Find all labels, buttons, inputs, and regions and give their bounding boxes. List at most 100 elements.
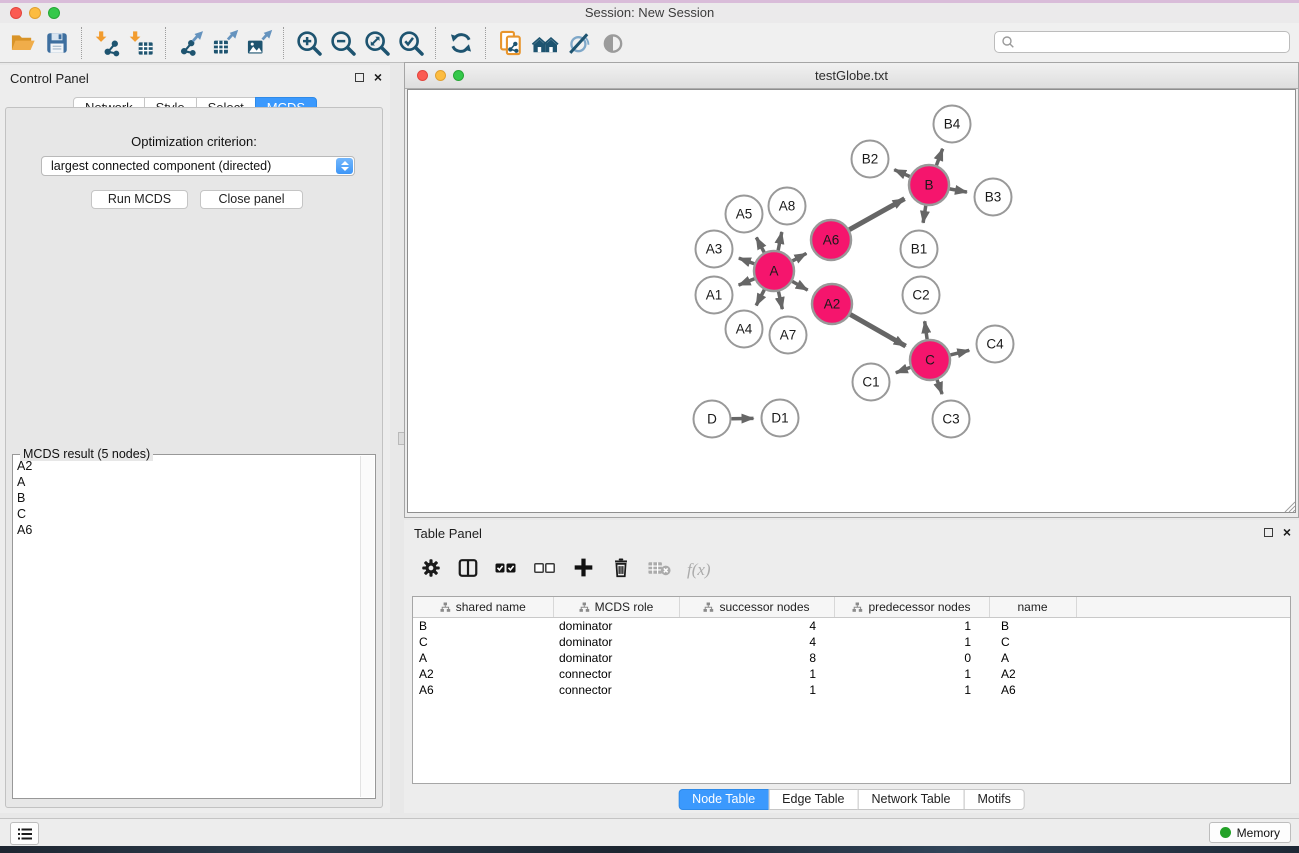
graph-edge-A-A4[interactable] [756,290,764,306]
search-field[interactable] [994,31,1290,53]
task-history-button[interactable] [10,822,39,845]
result-scrollbar[interactable] [360,456,374,797]
zoom-out-icon[interactable] [326,25,360,61]
graph-node-A7[interactable]: A7 [770,317,807,354]
graph-node-B4[interactable]: B4 [934,106,971,143]
export-image-icon[interactable] [242,25,276,61]
table-cell[interactable]: 1 [834,666,989,682]
delete-rows-icon[interactable] [610,556,632,584]
table-cell[interactable]: C [413,634,553,650]
graph-node-D1[interactable]: D1 [762,400,799,437]
add-row-icon[interactable] [572,556,595,584]
import-table-icon[interactable] [124,25,158,61]
graph-node-C[interactable]: C [910,340,950,380]
column-header-mcds-role[interactable]: MCDS role [553,597,679,618]
column-header-shared-name[interactable]: shared name [413,597,553,618]
table-cell[interactable]: 4 [679,634,834,650]
table-cell[interactable]: 1 [834,682,989,698]
table-cell[interactable]: 1 [679,666,834,682]
toggle-columns-icon[interactable] [457,557,479,584]
table-cell[interactable]: B [413,618,553,635]
hide-graphics-details-icon[interactable] [562,25,596,61]
graph-node-B[interactable]: B [909,165,949,205]
graph-node-A5[interactable]: A5 [726,196,763,233]
mcds-result-item[interactable]: C [17,506,360,522]
graph-edge-A-A5[interactable] [756,237,764,252]
table-cell[interactable]: A6 [989,682,1076,698]
graph-node-C1[interactable]: C1 [853,364,890,401]
home-icon[interactable] [528,25,562,61]
graph-node-A4[interactable]: A4 [726,311,763,348]
table-cell[interactable]: connector [553,666,679,682]
table-cell[interactable]: dominator [553,650,679,666]
table-cell[interactable]: 4 [679,618,834,635]
mcds-result-item[interactable]: A [17,474,360,490]
zoom-fit-icon[interactable] [360,25,394,61]
open-file-icon[interactable] [6,25,40,61]
graph-node-A6[interactable]: A6 [811,220,851,260]
graph-node-C4[interactable]: C4 [977,326,1014,363]
graph-edge-A2-C[interactable] [850,314,905,346]
graph-edge-C-C4[interactable] [950,350,969,355]
table-row[interactable]: Bdominator41B [413,618,1290,635]
export-table-icon[interactable] [208,25,242,61]
graph-edge-B-B1[interactable] [923,206,926,223]
table-cell[interactable]: A6 [413,682,553,698]
table-tab-edge-table[interactable]: Edge Table [768,789,858,810]
graph-edge-A-A1[interactable] [739,279,755,285]
apply-function-icon[interactable]: f(x) [687,560,711,580]
graph-edge-C-C2[interactable] [925,321,927,339]
graph-node-B1[interactable]: B1 [901,231,938,268]
zoom-selected-icon[interactable] [394,25,428,61]
delete-table-icon[interactable] [647,558,672,583]
refresh-icon[interactable] [444,25,478,61]
graph-node-A1[interactable]: A1 [696,277,733,314]
table-row[interactable]: Adominator80A [413,650,1290,666]
table-settings-icon[interactable] [420,557,442,584]
table-cell[interactable]: A2 [989,666,1076,682]
table-cell[interactable]: 8 [679,650,834,666]
graph-node-A2[interactable]: A2 [812,284,852,324]
column-header-name[interactable]: name [989,597,1076,618]
graph-node-A3[interactable]: A3 [696,231,733,268]
graph-edge-A-A8[interactable] [778,232,782,250]
mcds-result-item[interactable]: A2 [17,458,360,474]
graph-edge-B-B2[interactable] [894,170,910,177]
float-panel-icon[interactable] [355,73,364,82]
column-header-successor-nodes[interactable]: successor nodes [679,597,834,618]
table-cell[interactable]: C [989,634,1076,650]
graph-edge-C-C3[interactable] [937,380,942,394]
table-row[interactable]: Cdominator41C [413,634,1290,650]
show-graphics-details-icon[interactable] [596,25,630,61]
graph-edge-A-A7[interactable] [778,292,782,310]
memory-button[interactable]: Memory [1209,822,1291,843]
run-mcds-button[interactable]: Run MCDS [91,190,188,209]
table-tab-node-table[interactable]: Node Table [678,789,769,810]
select-all-rows-icon[interactable] [494,557,518,584]
graph-node-A[interactable]: A [754,251,794,291]
graph-node-B2[interactable]: B2 [852,141,889,178]
close-table-panel-icon[interactable]: × [1283,525,1291,539]
search-input[interactable] [1015,34,1289,50]
float-table-panel-icon[interactable] [1264,528,1273,537]
table-cell[interactable]: A2 [413,666,553,682]
graph-edge-B-B4[interactable] [936,149,942,166]
table-row[interactable]: A2connector11A2 [413,666,1290,682]
graph-edge-A-A6[interactable] [792,253,806,261]
export-network-icon[interactable] [174,25,208,61]
column-header-predecessor-nodes[interactable]: predecessor nodes [834,597,989,618]
network-canvas[interactable]: B4B2BB3A5A8A6A3B1AA1C2A2A4A7C4CC1C3DD1 [407,89,1296,513]
table-cell[interactable]: connector [553,682,679,698]
graph-edge-A-A2[interactable] [792,281,807,290]
deselect-all-rows-icon[interactable] [533,557,557,584]
table-cell[interactable]: 0 [834,650,989,666]
close-panel-button[interactable]: Close panel [200,190,303,209]
network-window-titlebar[interactable]: testGlobe.txt [405,63,1298,89]
table-tab-motifs[interactable]: Motifs [963,789,1024,810]
graph-node-D[interactable]: D [694,401,731,438]
mcds-result-item[interactable]: B [17,490,360,506]
close-panel-icon[interactable]: × [374,70,382,84]
table-cell[interactable]: 1 [679,682,834,698]
table-cell[interactable]: A [413,650,553,666]
table-cell[interactable]: dominator [553,618,679,635]
